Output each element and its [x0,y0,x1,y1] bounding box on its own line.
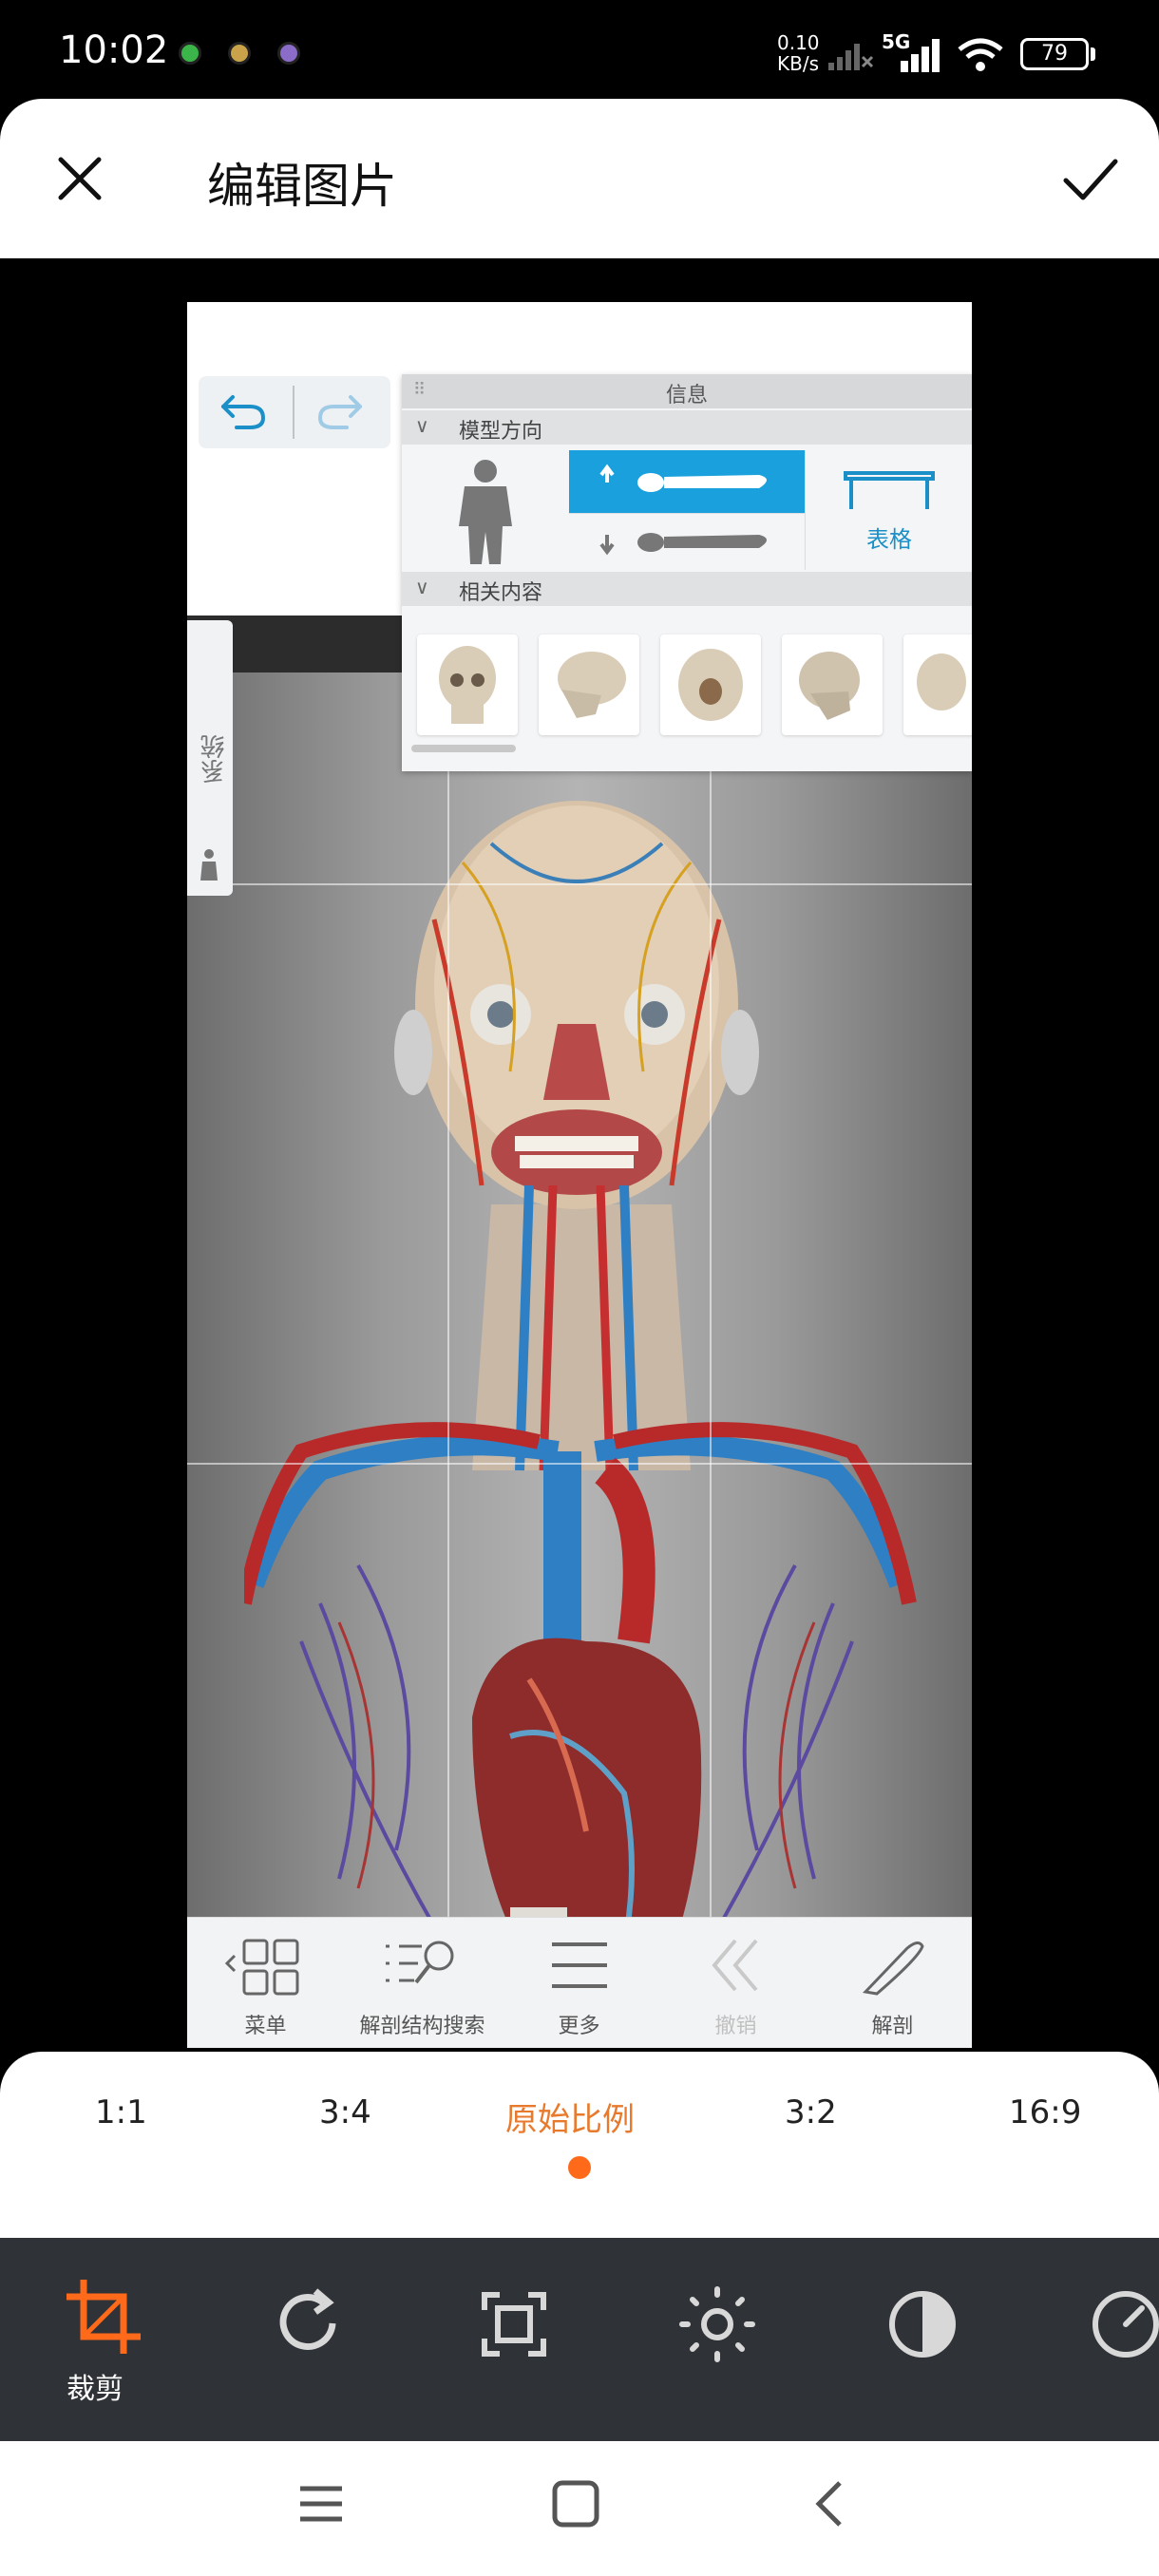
table-icon [844,471,935,509]
page-title: 编辑图片 [207,159,397,214]
info-panel-title: 信息 [665,384,708,407]
skull-side-icon [558,652,626,718]
net-speed: 0.10 KB/s [777,32,820,74]
battery-icon: 79 [1020,38,1089,70]
person-icon [200,849,218,881]
selected-ratio-indicator [568,2156,591,2179]
home-icon[interactable] [549,2477,602,2530]
undo-tool[interactable]: 撤销 [657,1918,814,2048]
status-bar: 10:02 0.10 KB/s 5G 79 [0,0,1159,104]
edit-tools-bar: 裁剪 [0,2238,1159,2441]
signal-icon [901,39,940,72]
crop-label: 裁剪 [66,2373,124,2406]
skull-thumbnail[interactable] [417,635,518,735]
ratio-option-3-2[interactable]: 3:2 [785,2093,837,2131]
skull-thumbnail[interactable] [903,635,972,735]
info-panel-header[interactable]: ⠿ 信息 [402,374,972,408]
notification-app-icon [179,42,201,65]
menu-grid-icon [224,1939,298,1996]
signal-disabled-icon [828,44,874,70]
divider [293,386,294,439]
crop-grid-line [187,1463,972,1465]
chevron-down-icon: ∨ [415,576,429,598]
tool-label: 菜单 [244,2015,287,2038]
section-related-label: 相关内容 [459,581,543,605]
rotate-icon[interactable] [266,2282,352,2367]
confirm-button[interactable] [1056,146,1125,211]
more-tool[interactable]: 更多 [501,1918,657,2048]
skull-thumbnail[interactable] [660,635,761,735]
undo-redo-group [199,376,390,448]
edited-image[interactable]: ⠿ 信息 ∨ 模型方向 表格 ∨ 相关内容 系统 菜单 解剖结构搜索 更多 撤销… [187,302,972,2048]
back-icon[interactable] [809,2477,847,2530]
thumbnail-scrollbar[interactable] [411,745,516,752]
skull-thumbnail[interactable] [782,635,883,735]
skull-base-icon [678,649,743,721]
dissect-tool[interactable]: 解剖 [814,1918,971,2048]
close-button[interactable] [48,146,112,211]
skull-angle-icon [799,652,860,720]
table-view-button[interactable]: 表格 [805,450,972,570]
net-speed-value: 0.10 [777,31,820,54]
info-panel: ⠿ 信息 ∨ 模型方向 表格 ∨ 相关内容 [402,374,972,771]
app-bottom-toolbar: 菜单 解剖结构搜索 更多 撤销 解剖 [187,1917,972,2048]
tool-label: 更多 [558,2015,600,2038]
menu-tool[interactable]: 菜单 [187,1918,344,2048]
double-chevron-left-icon [711,1939,758,1992]
wifi-icon [958,38,1003,71]
straighten-frame-icon[interactable] [471,2282,557,2367]
tool-label: 解剖 [871,2015,914,2038]
anatomy-search-tool[interactable]: 解剖结构搜索 [344,1918,501,2048]
status-time: 10:02 [59,28,169,72]
crop-ratio-bar: 1:1 3:4 原始比例 3:2 16:9 [0,2052,1159,2238]
system-nav-bar [0,2441,1159,2576]
hamburger-icon [551,1942,607,1988]
notification-app-icon [277,42,300,65]
ratio-option-1-1[interactable]: 1:1 [95,2093,147,2131]
ratio-option-16-9[interactable]: 16:9 [1009,2093,1081,2131]
contrast-icon[interactable] [880,2282,965,2367]
saturation-gauge-icon[interactable] [1083,2282,1159,2367]
brightness-icon[interactable] [674,2282,760,2367]
tool-label: 解剖结构搜索 [359,2015,485,2038]
skull-partial-icon [917,653,966,710]
ratio-option-3-4[interactable]: 3:4 [319,2093,371,2131]
net-speed-unit: KB/s [777,52,819,75]
section-related-header[interactable]: ∨ 相关内容 [402,572,972,606]
tool-label: 撤销 [714,2015,757,2038]
editor-header: 编辑图片 [0,99,1159,258]
chevron-down-icon: ∨ [415,414,429,437]
orientation-supine-button[interactable] [569,450,805,513]
skull-thumbnail[interactable] [539,635,639,735]
search-list-icon [385,1941,453,1984]
undo-icon[interactable] [218,389,271,435]
table-label: 表格 [866,526,912,553]
recents-menu-icon[interactable] [296,2479,346,2529]
notification-app-icon [228,42,251,65]
scalpel-icon [862,1941,924,1996]
body-lying-down-icon [599,533,767,556]
crop-icon[interactable] [61,2274,146,2359]
ratio-option-original[interactable]: 原始比例 [505,2093,635,2140]
section-orientation-label: 模型方向 [459,420,543,444]
human-standing-icon[interactable] [402,450,569,570]
battery-tip [1091,47,1095,61]
crop-grid-line [187,883,972,885]
system-side-tab[interactable]: 系统 [187,620,233,896]
section-orientation-header[interactable]: ∨ 模型方向 [402,410,972,445]
orientation-prone-button[interactable] [569,513,805,570]
skull-front-icon [439,646,496,724]
anatomy-model-image [244,801,917,2048]
redo-icon[interactable] [313,389,366,435]
body-lying-up-icon [599,464,767,492]
system-tab-label: 系统 [200,734,229,784]
